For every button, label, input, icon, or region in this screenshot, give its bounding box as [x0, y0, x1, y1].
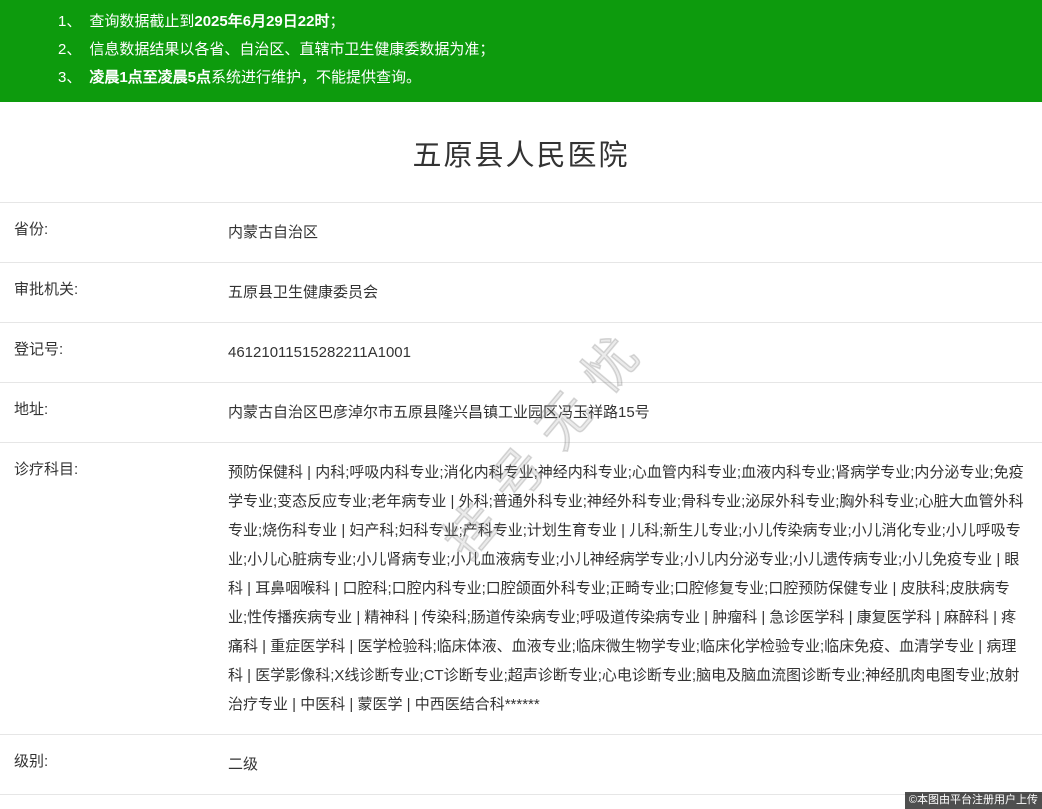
notice-item: 3、 凌晨1点至凌晨5点系统进行维护，不能提供查询。	[58, 64, 1022, 92]
table-row: 级别: 二级	[0, 734, 1042, 794]
notice-item-number: 1、	[58, 13, 82, 30]
hospital-title: 五原县人民医院	[412, 140, 630, 172]
notice-item-number: 3、	[58, 69, 82, 86]
table-row: 诊疗科目: 预防保健科 | 内科;呼吸内科专业;消化内科专业;神经内科专业;心血管…	[0, 442, 1042, 734]
info-table: 省份: 内蒙古自治区审批机关: 五原县卫生健康委员会登记号: 461210115152…	[0, 202, 1042, 809]
notice-item-text: 系统进行维护，不能提供查询。	[211, 69, 422, 86]
table-row: 登记号: 46121011515282211A1001	[0, 322, 1042, 382]
notice-item-bold-text: 凌晨1点至凌晨5点	[89, 69, 212, 86]
upload-credit: ©本图由平台注册用户上传	[904, 792, 1042, 809]
field-label: 地址:	[14, 401, 49, 418]
field-value: 46121011515282211A1001	[228, 344, 411, 361]
notice-item-text: 信息数据结果以各省、自治区、直辖市卫生健康委数据为准；	[89, 41, 495, 58]
field-label: 诊疗科目:	[14, 461, 79, 478]
field-label: 法定代表人:	[0, 795, 214, 809]
notice-item-text: 查询数据截止到	[89, 13, 195, 30]
notice-item-bold-text: 2025年6月29日22时	[194, 13, 330, 30]
notice-list: 1、 查询数据截止到2025年6月29日22时； 2、 信息数据结果以各省、自治区、直…	[58, 8, 1022, 92]
notice-item: 1、 查询数据截止到2025年6月29日22时；	[58, 8, 1022, 36]
field-value: 二级	[228, 756, 259, 773]
field-value: 五原县卫生健康委员会	[228, 284, 379, 301]
field-value: 预防保健科 | 内科;呼吸内科专业;消化内科专业;神经内科专业;心血管内科专业;…	[228, 464, 1024, 713]
notice-item-number: 2、	[58, 41, 82, 58]
field-value: 内蒙古自治区	[228, 224, 319, 241]
table-row: 省份: 内蒙古自治区	[0, 202, 1042, 262]
table-row: 地址: 内蒙古自治区巴彦淖尔市五原县隆兴昌镇工业园区冯玉祥路15号	[0, 382, 1042, 442]
field-label: 级别:	[14, 753, 49, 770]
table-row: 法定代表人:张金峰	[0, 794, 1042, 809]
field-label: 审批机关:	[14, 281, 79, 298]
field-value: 内蒙古自治区巴彦淖尔市五原县隆兴昌镇工业园区冯玉祥路15号	[228, 404, 650, 421]
notice-item-text: ；	[329, 13, 345, 30]
field-label: 省份:	[14, 221, 49, 238]
notice-item: 2、 信息数据结果以各省、自治区、直辖市卫生健康委数据为准；	[58, 36, 1022, 64]
notice-banner: 1、 查询数据截止到2025年6月29日22时； 2、 信息数据结果以各省、自治区、直…	[0, 0, 1042, 102]
table-row: 审批机关: 五原县卫生健康委员会	[0, 262, 1042, 322]
field-label: 登记号:	[14, 341, 64, 358]
